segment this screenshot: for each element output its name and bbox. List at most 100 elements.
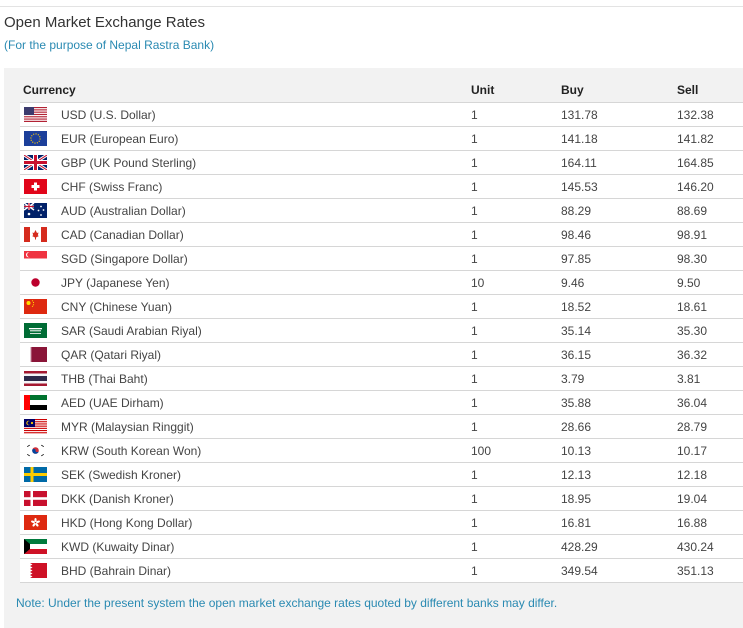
currency-cell: BHD (Bahrain Dinar) (20, 558, 471, 583)
currency-cell: CAD (Canadian Dollar) (20, 222, 471, 247)
table-row: SGD (Singapore Dollar) 1 97.85 98.30 (20, 246, 743, 271)
currency-name: AED (UAE Dirham) (61, 395, 164, 410)
sell-rate-cell: 430.24 (677, 534, 743, 559)
unit-cell: 1 (471, 126, 561, 151)
buy-rate-cell: 97.85 (561, 246, 677, 271)
header-buy: Buy (561, 78, 677, 103)
currency-cell: CHF (Swiss Franc) (20, 174, 471, 199)
table-row: SEK (Swedish Kroner) 1 12.13 12.18 (20, 462, 743, 487)
bahrain-flag-icon (24, 563, 47, 579)
sweden-flag-icon (24, 467, 47, 483)
hong-kong-flag-icon (24, 515, 47, 531)
unit-cell: 1 (471, 150, 561, 175)
usa-flag-icon (24, 107, 47, 123)
currency-cell: MYR (Malaysian Ringgit) (20, 414, 471, 439)
disclaimer-note: Note: Under the present system the open … (16, 596, 558, 610)
page-subtitle: (For the purpose of Nepal Rastra Bank) (4, 38, 215, 52)
unit-cell: 1 (471, 222, 561, 247)
buy-rate-cell: 36.15 (561, 342, 677, 367)
header-currency: Currency (20, 78, 471, 103)
table-row: THB (Thai Baht) 1 3.79 3.81 (20, 366, 743, 391)
south-korea-flag-icon (24, 443, 47, 459)
currency-cell: HKD (Hong Kong Dollar) (20, 510, 471, 535)
currency-cell: GBP (UK Pound Sterling) (20, 150, 471, 175)
unit-cell: 1 (471, 558, 561, 583)
table-row: JPY (Japanese Yen) 10 9.46 9.50 (20, 270, 743, 295)
unit-cell: 1 (471, 102, 561, 127)
currency-cell: DKK (Danish Kroner) (20, 486, 471, 511)
denmark-flag-icon (24, 491, 47, 507)
uae-flag-icon (24, 395, 47, 411)
table-row: CAD (Canadian Dollar) 1 98.46 98.91 (20, 222, 743, 247)
currency-cell: EUR (European Euro) (20, 126, 471, 151)
currency-name: SEK (Swedish Kroner) (61, 467, 182, 482)
sell-rate-cell: 3.81 (677, 366, 743, 391)
sell-rate-cell: 9.50 (677, 270, 743, 295)
table-row: EUR (European Euro) 1 141.18 141.82 (20, 126, 743, 151)
buy-rate-cell: 18.95 (561, 486, 677, 511)
table-row: BHD (Bahrain Dinar) 1 349.54 351.13 (20, 558, 743, 583)
buy-rate-cell: 28.66 (561, 414, 677, 439)
buy-rate-cell: 164.11 (561, 150, 677, 175)
buy-rate-cell: 88.29 (561, 198, 677, 223)
sell-rate-cell: 28.79 (677, 414, 743, 439)
header-unit: Unit (471, 78, 561, 103)
malaysia-flag-icon (24, 419, 47, 435)
buy-rate-cell: 349.54 (561, 558, 677, 583)
unit-cell: 100 (471, 438, 561, 463)
buy-rate-cell: 10.13 (561, 438, 677, 463)
currency-name: CAD (Canadian Dollar) (61, 227, 184, 242)
buy-rate-cell: 12.13 (561, 462, 677, 487)
buy-rate-cell: 428.29 (561, 534, 677, 559)
sell-rate-cell: 10.17 (677, 438, 743, 463)
currency-cell: AUD (Australian Dollar) (20, 198, 471, 223)
table-row: CNY (Chinese Yuan) 1 18.52 18.61 (20, 294, 743, 319)
sell-rate-cell: 16.88 (677, 510, 743, 535)
currency-name: GBP (UK Pound Sterling) (61, 155, 197, 170)
currency-cell: JPY (Japanese Yen) (20, 270, 471, 295)
table-row: SAR (Saudi Arabian Riyal) 1 35.14 35.30 (20, 318, 743, 343)
table-row: CHF (Swiss Franc) 1 145.53 146.20 (20, 174, 743, 199)
currency-cell: CNY (Chinese Yuan) (20, 294, 471, 319)
currency-cell: USD (U.S. Dollar) (20, 102, 471, 127)
canada-flag-icon (24, 227, 47, 243)
unit-cell: 1 (471, 198, 561, 223)
sell-rate-cell: 164.85 (677, 150, 743, 175)
table-header-row: Currency Unit Buy Sell (20, 78, 743, 103)
unit-cell: 1 (471, 366, 561, 391)
sell-rate-cell: 36.04 (677, 390, 743, 415)
sell-rate-cell: 88.69 (677, 198, 743, 223)
japan-flag-icon (24, 275, 47, 291)
currency-name: EUR (European Euro) (61, 131, 179, 146)
currency-cell: QAR (Qatari Riyal) (20, 342, 471, 367)
buy-rate-cell: 16.81 (561, 510, 677, 535)
currency-name: DKK (Danish Kroner) (61, 491, 174, 506)
currency-cell: AED (UAE Dirham) (20, 390, 471, 415)
table-row: QAR (Qatari Riyal) 1 36.15 36.32 (20, 342, 743, 367)
currency-name: CHF (Swiss Franc) (61, 179, 163, 194)
unit-cell: 1 (471, 462, 561, 487)
sell-rate-cell: 146.20 (677, 174, 743, 199)
buy-rate-cell: 141.18 (561, 126, 677, 151)
eu-flag-icon (24, 131, 47, 147)
buy-rate-cell: 9.46 (561, 270, 677, 295)
page-title: Open Market Exchange Rates (4, 14, 205, 31)
table-row: HKD (Hong Kong Dollar) 1 16.81 16.88 (20, 510, 743, 535)
currency-name: MYR (Malaysian Ringgit) (61, 419, 194, 434)
singapore-flag-icon (24, 251, 47, 267)
currency-name: SAR (Saudi Arabian Riyal) (61, 323, 202, 338)
table-row: KWD (Kuwaity Dinar) 1 428.29 430.24 (20, 534, 743, 559)
buy-rate-cell: 35.14 (561, 318, 677, 343)
switzerland-flag-icon (24, 179, 47, 195)
sell-rate-cell: 98.30 (677, 246, 743, 271)
unit-cell: 1 (471, 390, 561, 415)
sell-rate-cell: 18.61 (677, 294, 743, 319)
sell-rate-cell: 98.91 (677, 222, 743, 247)
top-divider (0, 6, 743, 7)
unit-cell: 1 (471, 342, 561, 367)
unit-cell: 10 (471, 270, 561, 295)
buy-rate-cell: 145.53 (561, 174, 677, 199)
saudi-arabia-flag-icon (24, 323, 47, 339)
exchange-rates-panel: Currency Unit Buy Sell USD (U.S. Dollar)… (4, 68, 743, 628)
currency-name: USD (U.S. Dollar) (61, 107, 156, 122)
